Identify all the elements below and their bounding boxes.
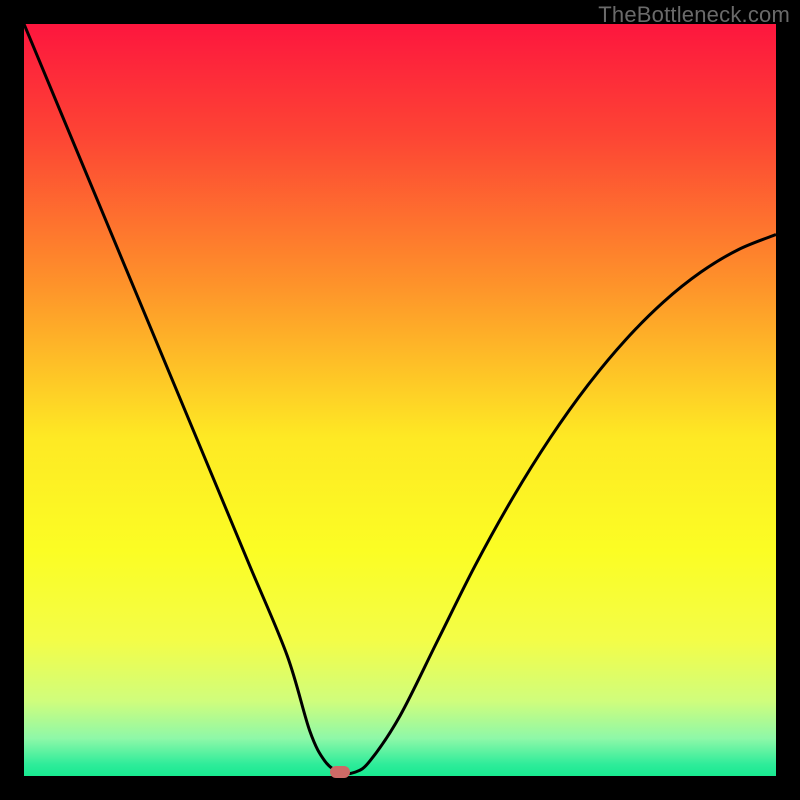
chart-background bbox=[24, 24, 776, 776]
chart-frame bbox=[24, 24, 776, 776]
watermark-text: TheBottleneck.com bbox=[598, 2, 790, 28]
minimum-marker bbox=[330, 766, 350, 778]
chart-svg bbox=[24, 24, 776, 776]
